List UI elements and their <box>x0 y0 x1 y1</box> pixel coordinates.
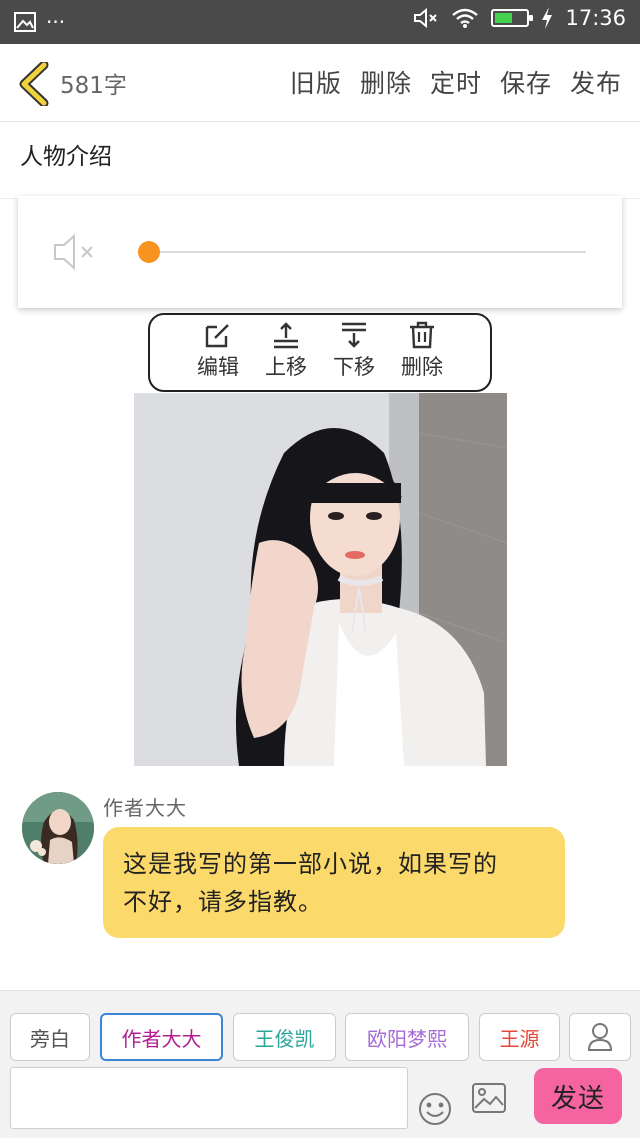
schedule-button[interactable]: 定时 <box>430 64 482 100</box>
battery-icon <box>491 9 534 27</box>
emoji-icon[interactable] <box>418 1092 452 1126</box>
role-chip-author[interactable]: 作者大大 <box>100 1013 223 1061</box>
author-avatar[interactable] <box>22 792 94 864</box>
image-icon[interactable] <box>472 1083 506 1113</box>
save-button[interactable]: 保存 <box>500 64 552 100</box>
user-icon <box>587 1023 613 1051</box>
character-photo[interactable] <box>134 393 507 766</box>
move-up-icon <box>274 322 298 349</box>
role-chip-wang-junkai[interactable]: 王俊凯 <box>233 1013 336 1061</box>
back-arrow-icon[interactable] <box>16 62 50 106</box>
message-bubble[interactable]: 这是我写的第一部小说，如果写的 不好，请多指教。 <box>103 827 565 938</box>
word-count: 581字 <box>60 73 127 99</box>
delete-button[interactable]: 删除 <box>360 64 412 100</box>
mute-status-icon <box>414 7 438 29</box>
clock: 17:36 <box>565 6 626 30</box>
message-input[interactable] <box>10 1067 408 1129</box>
send-button[interactable]: 发送 <box>534 1068 622 1124</box>
status-bar: ··· 17:36 <box>0 0 640 44</box>
mute-icon[interactable] <box>52 232 98 272</box>
section-title: 人物介绍 <box>20 144 112 170</box>
old-version-button[interactable]: 旧版 <box>290 64 342 100</box>
message-text-line-2: 不好，请多指教。 <box>123 888 323 916</box>
edit-label: 编辑 <box>197 355 239 379</box>
more-dots: ··· <box>46 10 66 34</box>
role-chip-ouyang-mengxi[interactable]: 欧阳梦熙 <box>345 1013 469 1061</box>
move-down-icon <box>342 322 366 348</box>
edit-button[interactable]: 编辑 <box>194 321 242 390</box>
remove-label: 删除 <box>401 355 443 379</box>
block-toolbar: 编辑 上移 下移 删除 <box>148 313 492 392</box>
gallery-icon <box>14 12 36 32</box>
publish-button[interactable]: 发布 <box>570 64 622 100</box>
role-chip-narrator[interactable]: 旁白 <box>10 1013 90 1061</box>
move-down-button[interactable]: 下移 <box>330 321 378 390</box>
charging-icon <box>542 7 553 29</box>
message-text-line-1: 这是我写的第一部小说，如果写的 <box>123 850 498 878</box>
wifi-icon <box>452 8 479 28</box>
remove-block-button[interactable]: 删除 <box>398 321 446 390</box>
audio-progress-knob[interactable] <box>138 241 160 263</box>
editor-header: 581字 旧版 删除 定时 保存 发布 <box>0 44 640 122</box>
move-down-label: 下移 <box>333 355 375 379</box>
trash-icon <box>410 321 434 349</box>
move-up-label: 上移 <box>265 355 307 379</box>
add-role-button[interactable] <box>569 1013 631 1061</box>
author-name: 作者大大 <box>103 796 187 820</box>
edit-icon <box>205 324 229 348</box>
audio-progress-track[interactable] <box>148 251 586 253</box>
role-chip-wang-yuan[interactable]: 王源 <box>479 1013 560 1061</box>
audio-player <box>18 196 622 308</box>
move-up-button[interactable]: 上移 <box>262 321 310 390</box>
